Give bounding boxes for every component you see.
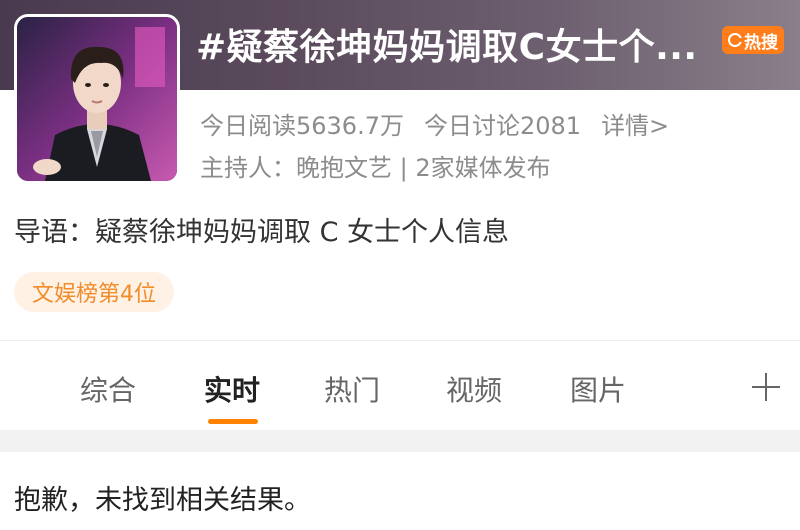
results-area: 抱歉，未找到相关结果。 [0, 452, 800, 530]
tab-hot[interactable]: 热门 [324, 369, 380, 409]
section-divider [0, 430, 800, 452]
weibo-topic-page: #疑蔡徐坤妈妈调取C女士个... 热搜 今日阅读5636.7万 今日讨论2081… [0, 0, 800, 530]
discussion-count: 今日讨论2081 [423, 112, 582, 140]
rank-tag[interactable]: 文娱榜第4位 [14, 272, 174, 312]
avatar-portrait-image [17, 17, 177, 181]
details-link[interactable]: 详情> [601, 112, 669, 140]
tab-comprehensive[interactable]: 综合 [80, 369, 136, 409]
tab-video[interactable]: 视频 [446, 369, 502, 409]
plus-icon[interactable] [752, 373, 780, 401]
tab-images[interactable]: 图片 [570, 369, 626, 409]
tab-realtime[interactable]: 实时 [204, 369, 260, 409]
reads-count: 今日阅读5636.7万 [200, 112, 404, 140]
topic-avatar[interactable] [14, 14, 180, 184]
topic-intro: 导语：疑蔡徐坤妈妈调取 C 女士个人信息 [14, 217, 510, 248]
topic-title: #疑蔡徐坤妈妈调取C女士个... [196, 27, 698, 68]
active-tab-indicator [208, 419, 258, 424]
topic-stats: 今日阅读5636.7万 今日讨论2081 详情> [200, 106, 669, 141]
hot-search-badge[interactable]: 热搜 [722, 26, 784, 54]
topic-host: 主持人：晚抱文艺 | 2家媒体发布 [200, 154, 551, 182]
empty-results-message: 抱歉，未找到相关结果。 [14, 485, 311, 516]
tab-bar: 综合 实时 热门 视频 图片 [0, 340, 800, 430]
hot-search-icon [728, 33, 743, 47]
hot-search-label: 热搜 [744, 32, 778, 53]
